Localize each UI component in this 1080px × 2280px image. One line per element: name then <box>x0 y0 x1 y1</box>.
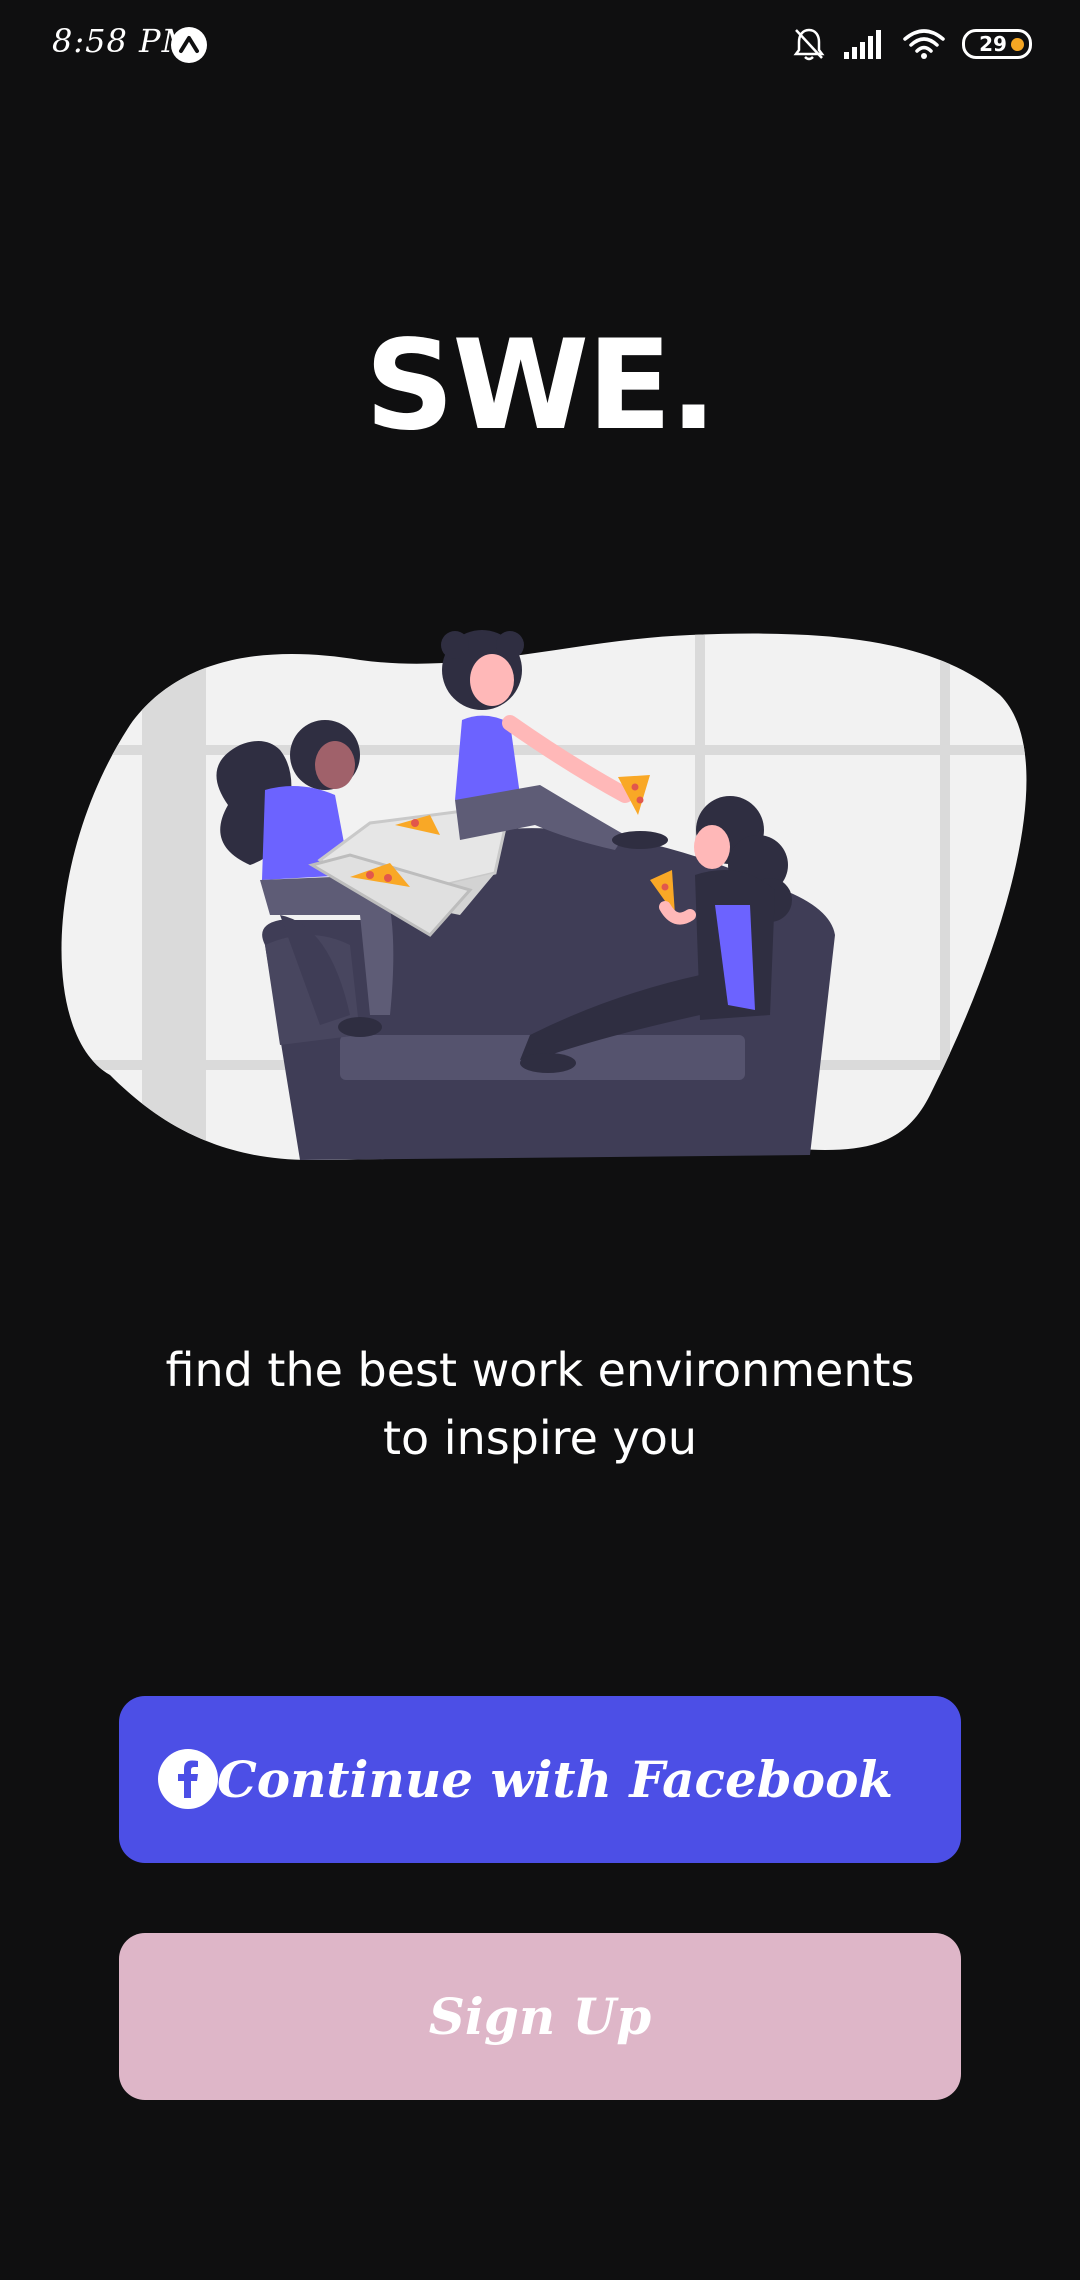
app-logo: SWE. <box>365 314 717 458</box>
hero-illustration <box>61 630 1027 1160</box>
continue-with-facebook-button[interactable]: Continue with Facebook <box>119 1696 961 1863</box>
signal-icon <box>844 30 881 59</box>
wifi-icon <box>903 29 945 59</box>
battery-charging-dot <box>1011 38 1024 51</box>
facebook-icon <box>158 1749 218 1809</box>
battery-icon: 29 <box>962 29 1032 59</box>
app-notification-icon <box>171 27 207 63</box>
battery-level: 29 <box>979 32 1007 56</box>
status-bar: 8:58 PM 29 <box>0 0 1080 90</box>
sign-up-button-label: Sign Up <box>428 1987 652 2046</box>
status-icons: 29 <box>792 24 1032 64</box>
bell-muted-icon <box>793 28 825 61</box>
facebook-button-label: Continue with Facebook <box>216 1750 894 1809</box>
sign-up-button[interactable]: Sign Up <box>119 1933 961 2100</box>
tagline: find the best work environments to inspi… <box>165 1343 915 1465</box>
